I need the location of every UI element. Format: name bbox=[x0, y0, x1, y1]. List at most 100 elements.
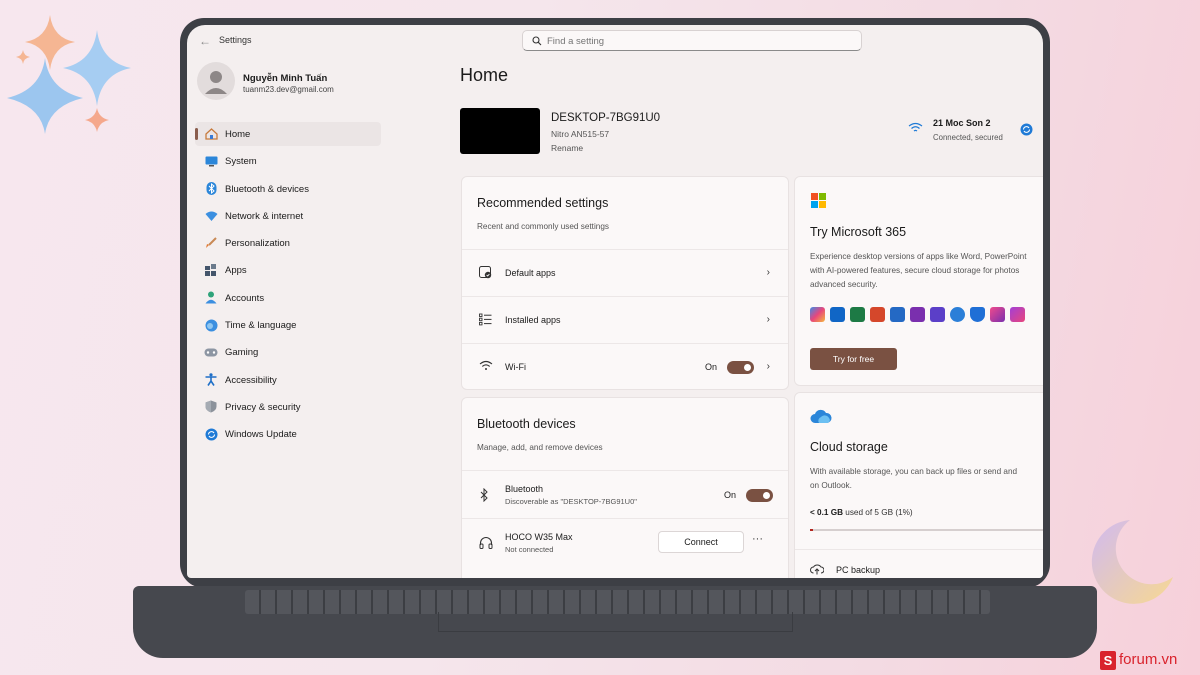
headphones-icon bbox=[479, 537, 493, 549]
powerpoint-icon bbox=[870, 307, 885, 322]
storage-usage: < 0.1 GB used of 5 GB (1%) bbox=[810, 508, 913, 517]
cloud-storage-card: Cloud storage With available storage, yo… bbox=[794, 392, 1043, 578]
profile-name: Nguyễn Minh Tuấn bbox=[243, 73, 328, 84]
storage-progress-fill bbox=[810, 529, 813, 531]
sidebar-item-home[interactable]: Home bbox=[195, 122, 381, 146]
sidebar-item-label: Bluetooth & devices bbox=[225, 183, 309, 195]
installed-apps-row[interactable]: Installed apps › bbox=[462, 296, 788, 342]
bluetooth-devices-card: Bluetooth devices Manage, add, and remov… bbox=[461, 397, 789, 578]
device-name: DESKTOP-7BG91U0 bbox=[551, 112, 661, 124]
page-title: Home bbox=[460, 65, 509, 85]
m365-description-line2: with AI-powered features, secure cloud s… bbox=[810, 266, 1020, 275]
settings-window: ← Settings Nguyễn Minh Tuấn tuanm23.dev@… bbox=[187, 25, 1043, 578]
bluetooth-toggle-state: On bbox=[724, 490, 737, 500]
sidebar-item-label: System bbox=[225, 156, 257, 168]
card-title: Recommended settings bbox=[477, 196, 609, 210]
bluetooth-toggle[interactable] bbox=[746, 489, 773, 502]
apps-icon bbox=[204, 263, 218, 277]
wifi-row[interactable]: Wi-Fi On › bbox=[462, 343, 788, 389]
storage-progress-bar bbox=[810, 529, 1043, 531]
defender-icon bbox=[970, 307, 985, 322]
profile-email: tuanm23.dev@gmail.com bbox=[243, 85, 334, 94]
bluetooth-icon bbox=[204, 182, 218, 196]
network-name[interactable]: 21 Moc Son 2 bbox=[933, 118, 991, 128]
m365-description-line3: advanced security. bbox=[810, 280, 878, 289]
pc-backup-icon bbox=[810, 564, 824, 575]
sidebar-item-time-language[interactable]: Time & language bbox=[195, 313, 381, 337]
try-for-free-button[interactable]: Try for free bbox=[810, 348, 897, 370]
system-icon bbox=[204, 154, 218, 168]
sidebar-item-accessibility[interactable]: Accessibility bbox=[195, 368, 381, 392]
excel-icon bbox=[850, 307, 865, 322]
default-apps-row[interactable]: Default apps › bbox=[462, 249, 788, 295]
onedrive-icon bbox=[950, 307, 965, 322]
word-icon bbox=[890, 307, 905, 322]
device-name: HOCO W35 Max bbox=[505, 532, 573, 542]
sidebar-item-accounts[interactable]: Accounts bbox=[195, 286, 381, 310]
sidebar-item-windows-update[interactable]: Windows Update bbox=[195, 422, 381, 446]
card-title: Bluetooth devices bbox=[477, 417, 576, 431]
m365-description-line1: Experience desktop versions of apps like… bbox=[810, 252, 1027, 261]
sparkle-decoration-icon bbox=[7, 15, 131, 134]
onenote-icon bbox=[910, 307, 925, 322]
cloud-description-line2: on Outlook. bbox=[810, 481, 852, 490]
outlook-icon bbox=[830, 307, 845, 322]
rename-link[interactable]: Rename bbox=[551, 143, 583, 153]
sidebar-item-label: Windows Update bbox=[225, 429, 297, 441]
bluetooth-discoverable: Discoverable as "DESKTOP-7BG91U0" bbox=[505, 497, 637, 506]
bluetooth-icon bbox=[480, 488, 488, 502]
storage-used: < 0.1 GB bbox=[810, 508, 843, 517]
gamepad-icon bbox=[204, 345, 218, 359]
row-label: PC backup bbox=[836, 565, 881, 575]
sidebar-item-label: Accounts bbox=[225, 292, 265, 304]
chevron-right-icon: › bbox=[766, 314, 770, 325]
wifi-icon bbox=[479, 360, 493, 370]
search-box[interactable] bbox=[522, 30, 862, 51]
card-subtitle: Manage, add, and remove devices bbox=[477, 443, 603, 452]
brush-icon bbox=[204, 236, 218, 250]
wifi-toggle[interactable] bbox=[727, 361, 754, 374]
sidebar-item-network[interactable]: Network & internet bbox=[195, 204, 381, 228]
copilot-icon bbox=[810, 307, 825, 322]
sidebar-item-label: Personalization bbox=[225, 238, 290, 250]
windows-update-icon[interactable] bbox=[1020, 123, 1033, 136]
sidebar-item-apps[interactable]: Apps bbox=[195, 258, 381, 282]
back-arrow-icon[interactable]: ← bbox=[199, 34, 211, 48]
microsoft-365-card: Try Microsoft 365 Experience desktop ver… bbox=[794, 176, 1043, 386]
wifi-icon bbox=[204, 209, 218, 223]
card-subtitle: Recent and commonly used settings bbox=[477, 222, 609, 231]
logo-s: S bbox=[1100, 651, 1116, 670]
storage-total: used of 5 GB (1%) bbox=[845, 508, 913, 517]
sidebar-item-gaming[interactable]: Gaming bbox=[195, 340, 381, 364]
sidebar-item-personalization[interactable]: Personalization bbox=[195, 231, 381, 255]
sidebar-item-privacy[interactable]: Privacy & security bbox=[195, 395, 381, 419]
sidebar-item-bluetooth[interactable]: Bluetooth & devices bbox=[195, 177, 381, 201]
connect-button[interactable]: Connect bbox=[658, 531, 744, 553]
search-input[interactable] bbox=[547, 34, 847, 48]
sidebar-item-label: Accessibility bbox=[225, 374, 277, 386]
pc-backup-row[interactable]: PC backup bbox=[795, 549, 1043, 578]
cloud-description-line1: With available storage, you can back up … bbox=[810, 467, 1018, 476]
chevron-right-icon: › bbox=[766, 267, 770, 278]
sidebar-item-label: Network & internet bbox=[225, 210, 304, 222]
wifi-toggle-state: On bbox=[705, 362, 718, 372]
installed-apps-icon bbox=[479, 313, 492, 326]
title-bar: ← Settings bbox=[187, 25, 1043, 59]
sidebar-item-label: Time & language bbox=[225, 320, 297, 332]
designer-icon bbox=[990, 307, 1005, 322]
bluetooth-device-row: HOCO W35 Max Not connected Connect ··· bbox=[462, 518, 788, 566]
avatar bbox=[197, 62, 235, 100]
globe-icon bbox=[204, 318, 218, 332]
default-apps-icon bbox=[479, 266, 492, 279]
card-title: Try Microsoft 365 bbox=[810, 225, 907, 239]
loop-icon bbox=[1010, 307, 1025, 322]
row-label: Default apps bbox=[505, 268, 556, 278]
sidebar-item-system[interactable]: System bbox=[195, 149, 381, 173]
device-thumbnail bbox=[460, 108, 540, 154]
keyboard bbox=[245, 590, 990, 614]
clipchamp-icon bbox=[930, 307, 945, 322]
sidebar-item-label: Gaming bbox=[225, 347, 259, 359]
microsoft-logo-icon bbox=[811, 193, 826, 208]
more-options-button[interactable]: ··· bbox=[752, 533, 763, 545]
network-status: Connected, secured bbox=[933, 133, 1003, 142]
